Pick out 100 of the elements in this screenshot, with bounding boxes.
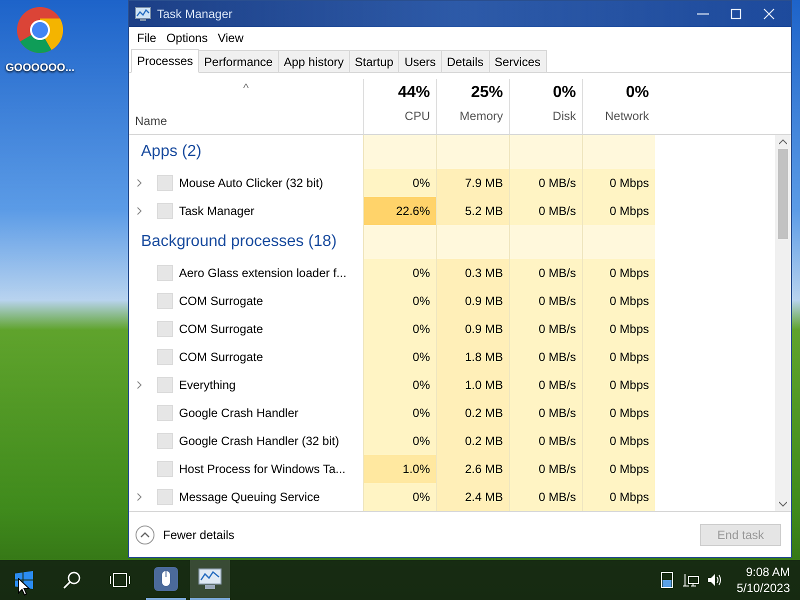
process-name[interactable]: Host Process for Windows Ta...	[179, 460, 346, 478]
column-header[interactable]: 44% CPU	[363, 79, 436, 134]
table-cell: 0 MB/s	[509, 427, 582, 455]
table-cell: 0 MB/s	[509, 169, 582, 197]
column-label: Name	[135, 113, 168, 130]
process-icon	[157, 433, 173, 449]
table-cell: 2.6 MB	[436, 455, 509, 483]
table-cell: 0 Mbps	[582, 197, 655, 225]
table-cell: 0%	[363, 259, 436, 287]
column-total: 25%	[470, 83, 503, 103]
table-cell: 0 Mbps	[582, 343, 655, 371]
task-manager-app-icon[interactable]	[190, 560, 230, 600]
process-icon	[157, 405, 173, 421]
scrollbar[interactable]	[775, 135, 791, 511]
table-cell: 0 Mbps	[582, 371, 655, 399]
table-cell: 0 Mbps	[582, 483, 655, 511]
table-cell: 0.9 MB	[436, 287, 509, 315]
maximize-icon	[728, 7, 742, 21]
column-label: Memory	[460, 108, 503, 125]
column-header[interactable]: 0% Network	[582, 79, 655, 134]
table-cell: 0 Mbps	[582, 455, 655, 483]
table-cell: 0%	[363, 287, 436, 315]
tab[interactable]: App history	[278, 50, 350, 72]
table-cell: 0 Mbps	[582, 399, 655, 427]
close-icon	[762, 7, 776, 21]
tab[interactable]: Services	[490, 50, 547, 72]
table-cell: 0 MB/s	[509, 371, 582, 399]
table-cell: 0%	[363, 427, 436, 455]
tab[interactable]: Details	[442, 50, 490, 72]
monitor-chart-icon	[135, 7, 151, 21]
table-cell: 0 MB/s	[509, 197, 582, 225]
table-cell: 7.9 MB	[436, 169, 509, 197]
table-cell: 0%	[363, 371, 436, 399]
column-header[interactable]: ^ Name	[129, 79, 363, 134]
scroll-up-icon[interactable]	[779, 139, 787, 145]
process-name[interactable]: Google Crash Handler	[179, 404, 298, 422]
process-icon	[157, 203, 173, 219]
table-cell: 0 MB/s	[509, 259, 582, 287]
table-cell: 0 Mbps	[582, 169, 655, 197]
table-cell: 0%	[363, 343, 436, 371]
process-name[interactable]: COM Surrogate	[179, 348, 264, 366]
column-total: 44%	[398, 83, 430, 103]
fewer-details-button[interactable]: Fewer details	[135, 524, 234, 544]
expand-chevron-icon[interactable]	[137, 207, 142, 215]
table-cell: 0 MB/s	[509, 399, 582, 427]
expand-chevron-icon[interactable]	[137, 381, 142, 389]
process-icon	[157, 175, 173, 191]
column-total: 0%	[552, 83, 576, 103]
table-cell: 22.6%	[363, 197, 436, 225]
window-title: Task Manager	[157, 6, 234, 23]
clock[interactable]: 9:08 AM 5/10/2023	[726, 564, 800, 596]
table-cell: 0 MB/s	[509, 455, 582, 483]
tab[interactable]: Startup	[350, 50, 400, 72]
menu-item[interactable]: Options	[162, 29, 212, 47]
process-icon	[157, 489, 173, 505]
tab[interactable]: Processes	[131, 49, 200, 73]
table-cell: 0 MB/s	[509, 287, 582, 315]
menu-item[interactable]: View	[214, 29, 248, 47]
process-name[interactable]: Message Queuing Service	[179, 488, 320, 506]
column-label: CPU	[404, 108, 430, 125]
process-name[interactable]: Google Crash Handler (32 bit)	[179, 432, 340, 450]
mouse-pointer-icon	[18, 578, 30, 596]
table-cell: 5.2 MB	[436, 197, 509, 225]
table-cell: 0 MB/s	[509, 483, 582, 511]
browser-logo-icon[interactable]	[16, 6, 64, 54]
process-name[interactable]: COM Surrogate	[179, 292, 264, 310]
expand-chevron-icon[interactable]	[137, 179, 142, 187]
table-cell: 0 Mbps	[582, 315, 655, 343]
collapse-chevron-icon	[135, 524, 155, 544]
sort-indicator: ^	[243, 81, 249, 97]
column-header[interactable]: 0% Disk	[509, 79, 582, 134]
process-name[interactable]: Mouse Auto Clicker (32 bit)	[179, 174, 324, 192]
tab[interactable]: Performance	[199, 50, 279, 72]
desktop-icon-label[interactable]: GOOOOOO...	[5, 60, 75, 76]
minimize-icon	[696, 13, 708, 15]
table-cell: 0 Mbps	[582, 427, 655, 455]
column-label: Disk	[552, 108, 576, 125]
menu-item[interactable]: File	[133, 29, 160, 47]
process-name[interactable]: Everything	[179, 376, 236, 394]
process-name[interactable]: Aero Glass extension loader f...	[179, 264, 346, 282]
process-icon	[157, 461, 173, 477]
expand-chevron-icon[interactable]	[137, 493, 142, 501]
tab[interactable]: Users	[399, 50, 442, 72]
scroll-down-icon[interactable]	[779, 501, 787, 507]
table-cell: 0%	[363, 399, 436, 427]
table-cell: 1.8 MB	[436, 343, 509, 371]
column-header[interactable]: 25% Memory	[436, 79, 509, 134]
scrollbar-thumb[interactable]	[778, 149, 788, 239]
table-cell: 0%	[363, 483, 436, 511]
process-icon	[157, 377, 173, 393]
table-cell: 0.9 MB	[436, 315, 509, 343]
table-cell: 0 Mbps	[582, 259, 655, 287]
group-heading: Background processes (18)	[140, 232, 338, 252]
table-cell: 0 Mbps	[582, 287, 655, 315]
table-cell: 0%	[363, 169, 436, 197]
process-name[interactable]: COM Surrogate	[179, 320, 264, 338]
table-cell: 0%	[363, 315, 436, 343]
table-cell: 0 MB/s	[509, 315, 582, 343]
column-label: Network	[604, 108, 649, 125]
process-name[interactable]: Task Manager	[179, 202, 254, 220]
